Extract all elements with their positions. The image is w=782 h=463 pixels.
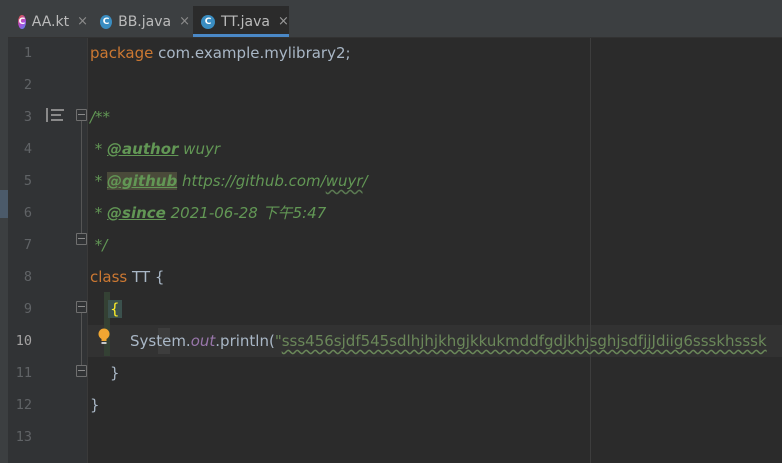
line-number: 1 bbox=[23, 45, 32, 61]
code-line-6[interactable]: * @since 2021-06-28 下午5:47 bbox=[90, 197, 327, 229]
line-number-current: 10 bbox=[15, 333, 32, 349]
editor-tab-bar: C AA.kt × C BB.java × C TT.java × bbox=[0, 0, 782, 38]
close-icon[interactable]: × bbox=[77, 14, 88, 29]
code-line-3[interactable]: /** bbox=[90, 101, 110, 133]
line-number: 3 bbox=[23, 109, 32, 125]
kotlin-file-icon: C bbox=[18, 14, 26, 29]
tab-bb-java[interactable]: C BB.java × bbox=[100, 6, 190, 37]
java-class-icon: C bbox=[100, 14, 113, 29]
line-number: 13 bbox=[15, 429, 32, 445]
code-line-5[interactable]: * @github https://github.com/wuyr/ bbox=[90, 165, 368, 197]
line-number: 8 bbox=[23, 269, 32, 285]
code-line-8[interactable]: class TT { bbox=[90, 261, 164, 293]
tab-label: AA.kt bbox=[31, 13, 70, 30]
fold-collapse-icon[interactable] bbox=[76, 301, 87, 313]
doc-render-icon[interactable] bbox=[46, 108, 64, 122]
code-editor[interactable]: package com.example.mylibrary2; /** * @a… bbox=[88, 38, 782, 463]
fold-guide bbox=[81, 121, 82, 233]
tab-aa-kt[interactable]: C AA.kt × bbox=[18, 6, 88, 37]
code-line-7[interactable]: */ bbox=[90, 229, 108, 261]
code-line-12[interactable]: } bbox=[90, 389, 100, 421]
fold-guide bbox=[81, 313, 82, 365]
line-number: 6 bbox=[23, 205, 32, 221]
java-class-icon: C bbox=[201, 14, 215, 29]
tab-label: TT.java bbox=[221, 13, 270, 30]
line-number: 7 bbox=[23, 237, 32, 253]
fold-collapse-icon[interactable] bbox=[76, 109, 87, 121]
code-line-11[interactable]: } bbox=[110, 357, 120, 389]
fold-end-icon[interactable] bbox=[76, 365, 87, 377]
right-margin-guide bbox=[590, 38, 591, 463]
strip-marker bbox=[0, 190, 8, 218]
line-number: 4 bbox=[23, 141, 32, 157]
lightbulb-icon[interactable] bbox=[97, 328, 111, 346]
active-tab-indicator bbox=[193, 34, 289, 37]
code-line-9[interactable]: { bbox=[108, 293, 122, 325]
line-number: 9 bbox=[23, 301, 32, 317]
line-number: 2 bbox=[23, 77, 32, 93]
line-number: 5 bbox=[23, 173, 32, 189]
close-icon[interactable]: × bbox=[179, 14, 190, 29]
string-literal: sss456sjdf545sdlhjhjkhgjkkukmddfgdjkhjsg… bbox=[281, 332, 767, 350]
tool-window-strip bbox=[0, 0, 8, 463]
close-icon[interactable]: × bbox=[278, 14, 289, 29]
fold-end-icon[interactable] bbox=[76, 233, 87, 245]
line-number: 12 bbox=[15, 397, 32, 413]
tab-label: BB.java bbox=[118, 13, 172, 30]
tab-tt-java[interactable]: C TT.java × bbox=[193, 6, 289, 37]
line-number: 11 bbox=[15, 365, 32, 381]
code-line-4[interactable]: * @author wuyr bbox=[90, 133, 220, 165]
code-line-1[interactable]: package com.example.mylibrary2; bbox=[90, 38, 351, 69]
code-line-10[interactable]: System.out.println("sss456sjdf545sdlhjhj… bbox=[130, 325, 767, 357]
